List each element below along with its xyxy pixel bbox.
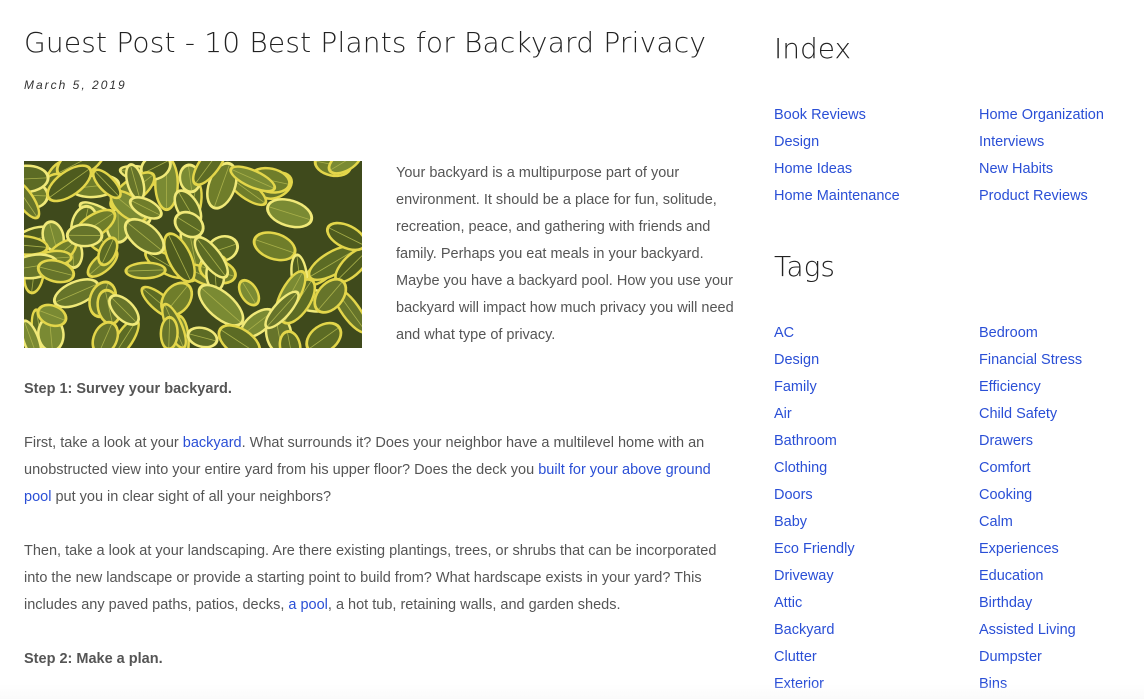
tags-list-left: AC Design Family Air Bathroom Clothing Doors Ba…: [774, 320, 855, 698]
paragraph-text: First, take a look at your: [24, 435, 183, 451]
tag-item: Experiences: [979, 536, 1082, 563]
tag-link-bedroom[interactable]: Bedroom: [979, 325, 1038, 341]
tags-heading: Tags: [774, 250, 836, 283]
pool-link[interactable]: a pool: [288, 597, 328, 613]
tag-item: Attic: [774, 590, 855, 617]
tag-link-design[interactable]: Design: [774, 352, 819, 368]
index-link-home-ideas[interactable]: Home Ideas: [774, 161, 852, 177]
tag-link-education[interactable]: Education: [979, 568, 1044, 584]
bottom-fade: [0, 684, 1144, 699]
index-item: Home Maintenance: [774, 183, 900, 210]
tag-item: Eco Friendly: [774, 536, 855, 563]
tag-link-financial-stress[interactable]: Financial Stress: [979, 352, 1082, 368]
step-2-heading: Step 2: Make a plan.: [24, 651, 163, 667]
tag-item: Family: [774, 374, 855, 401]
tag-item: Comfort: [979, 455, 1082, 482]
paragraph-survey: First, take a look at your backyard. Wha…: [24, 430, 736, 511]
tag-item: Air: [774, 401, 855, 428]
tag-link-doors[interactable]: Doors: [774, 487, 813, 503]
tag-item: Doors: [774, 482, 855, 509]
tag-link-birthday[interactable]: Birthday: [979, 595, 1032, 611]
tag-link-bathroom[interactable]: Bathroom: [774, 433, 837, 449]
index-item: Book Reviews: [774, 102, 900, 129]
intro-paragraph: Your backyard is a multipurpose part of …: [396, 165, 734, 343]
index-link-design[interactable]: Design: [774, 134, 819, 150]
tag-item: Bedroom: [979, 320, 1082, 347]
tag-link-assisted-living[interactable]: Assisted Living: [979, 622, 1076, 638]
post-title: Guest Post - 10 Best Plants for Backyard…: [24, 26, 707, 59]
tag-item: Design: [774, 347, 855, 374]
index-link-home-organization[interactable]: Home Organization: [979, 107, 1104, 123]
index-list-left: Book Reviews Design Home Ideas Home Mainten…: [774, 102, 900, 210]
tag-item: Child Safety: [979, 401, 1082, 428]
tag-item: Backyard: [774, 617, 855, 644]
tag-link-drawers[interactable]: Drawers: [979, 433, 1033, 449]
tag-item: Calm: [979, 509, 1082, 536]
index-item: Home Organization: [979, 102, 1104, 129]
tag-item: Driveway: [774, 563, 855, 590]
index-link-product-reviews[interactable]: Product Reviews: [979, 188, 1088, 204]
tag-item: Bathroom: [774, 428, 855, 455]
index-heading: Index: [774, 32, 852, 65]
tag-item: Assisted Living: [979, 617, 1082, 644]
index-link-home-maintenance[interactable]: Home Maintenance: [774, 188, 900, 204]
paragraph-text: put you in clear sight of all your neigh…: [51, 489, 332, 505]
tag-link-attic[interactable]: Attic: [774, 595, 802, 611]
tag-link-family[interactable]: Family: [774, 379, 817, 395]
tag-item: Clothing: [774, 455, 855, 482]
tags-list-right: Bedroom Financial Stress Efficiency Child S…: [979, 320, 1082, 698]
tag-link-dumpster[interactable]: Dumpster: [979, 649, 1042, 665]
tag-link-driveway[interactable]: Driveway: [774, 568, 834, 584]
tag-link-ac[interactable]: AC: [774, 325, 794, 341]
paragraph-landscaping: Then, take a look at your landscaping. A…: [24, 538, 736, 619]
tag-link-backyard[interactable]: Backyard: [774, 622, 834, 638]
tag-link-cooking[interactable]: Cooking: [979, 487, 1032, 503]
step-1-heading: Step 1: Survey your backyard.: [24, 381, 232, 397]
tag-link-baby[interactable]: Baby: [774, 514, 807, 530]
post-date: March 5, 2019: [24, 78, 127, 92]
tag-item: Clutter: [774, 644, 855, 671]
tag-item: Education: [979, 563, 1082, 590]
index-item: Product Reviews: [979, 183, 1104, 210]
tag-link-efficiency[interactable]: Efficiency: [979, 379, 1041, 395]
paragraph-text: , a hot tub, retaining walls, and garden…: [327, 597, 621, 613]
tag-link-child-safety[interactable]: Child Safety: [979, 406, 1057, 422]
index-item: Home Ideas: [774, 156, 900, 183]
index-link-interviews[interactable]: Interviews: [979, 134, 1044, 150]
index-item: Interviews: [979, 129, 1104, 156]
index-item: Design: [774, 129, 900, 156]
tag-item: AC: [774, 320, 855, 347]
tag-link-clutter[interactable]: Clutter: [774, 649, 817, 665]
backyard-link[interactable]: backyard: [183, 435, 242, 451]
index-list-right: Home Organization Interviews New Habits Pro…: [979, 102, 1104, 210]
tag-item: Baby: [774, 509, 855, 536]
tag-link-clothing[interactable]: Clothing: [774, 460, 827, 476]
tag-link-air[interactable]: Air: [774, 406, 792, 422]
tag-item: Financial Stress: [979, 347, 1082, 374]
tag-item: Dumpster: [979, 644, 1082, 671]
index-link-new-habits[interactable]: New Habits: [979, 161, 1053, 177]
leaf-illustration: [24, 161, 362, 348]
tag-item: Drawers: [979, 428, 1082, 455]
hero-image-variegated-shrub: [24, 161, 362, 348]
tag-item: Cooking: [979, 482, 1082, 509]
tag-item: Efficiency: [979, 374, 1082, 401]
index-item: New Habits: [979, 156, 1104, 183]
tag-item: Birthday: [979, 590, 1082, 617]
tag-link-eco-friendly[interactable]: Eco Friendly: [774, 541, 855, 557]
index-link-book-reviews[interactable]: Book Reviews: [774, 107, 866, 123]
tag-link-comfort[interactable]: Comfort: [979, 460, 1031, 476]
tag-link-calm[interactable]: Calm: [979, 514, 1013, 530]
tag-link-experiences[interactable]: Experiences: [979, 541, 1059, 557]
